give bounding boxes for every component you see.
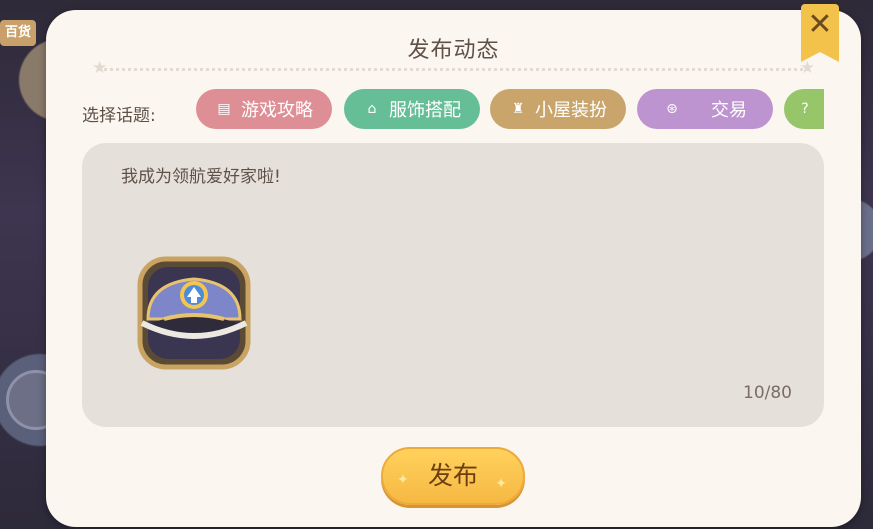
topic-chip-game-guide[interactable]: ▤ 游戏攻略 — [196, 89, 332, 129]
publish-label: 发布 — [427, 461, 478, 490]
close-icon[interactable]: ✕ — [801, 4, 839, 62]
topic-label: 选择话题: — [82, 106, 156, 126]
question-icon: ? — [801, 101, 809, 117]
captain-hat-icon[interactable] — [134, 253, 254, 373]
publish-button[interactable]: ✦ ✦ 发布 — [381, 447, 525, 505]
post-text[interactable]: 我成为领航爱好家啦! — [121, 162, 281, 187]
topic-chip-more[interactable]: ? — [784, 89, 824, 129]
topic-chip-clothing[interactable]: ⌂ 服饰搭配 — [344, 89, 480, 129]
guide-icon: ▤ — [217, 101, 231, 117]
star-icon: ★ — [799, 58, 815, 78]
topic-chip-house-decor[interactable]: ♜ 小屋装扮 — [490, 89, 626, 129]
clothing-icon: ⌂ — [367, 101, 377, 117]
dialog-title: 发布动态 — [407, 38, 500, 63]
trade-icon: ⊛ — [666, 101, 678, 117]
shop-badge: 百货 — [0, 20, 36, 46]
title-divider — [98, 68, 809, 71]
house-decor-icon: ♜ — [511, 101, 525, 117]
post-editor[interactable]: 我成为领航爱好家啦! 10/80 — [82, 143, 824, 427]
sparkle-icon: ✦ — [495, 476, 507, 492]
topic-chip-trade[interactable]: ⊛ 交易 — [637, 89, 773, 129]
character-counter: 10/80 — [743, 383, 792, 403]
publish-dialog: 发布动态 ★ ★ 选择话题: ▤ 游戏攻略 ⌂ 服饰搭配 ♜ 小屋装扮 ⊛ 交易… — [46, 10, 861, 527]
topic-selector: 选择话题: ▤ 游戏攻略 ⌂ 服饰搭配 ♜ 小屋装扮 ⊛ 交易 ? — [82, 89, 824, 133]
sparkle-icon: ✦ — [397, 472, 409, 488]
